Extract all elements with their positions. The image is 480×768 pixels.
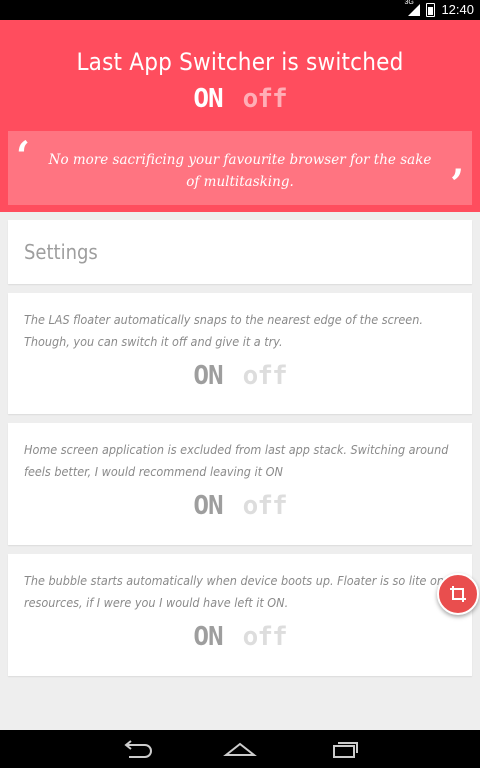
settings-title: Settings <box>24 240 98 264</box>
home-exclude-off-button[interactable]: off <box>243 491 288 521</box>
close-quote-icon: ’ <box>450 161 464 208</box>
page-title: Last App Switcher is switched <box>76 48 404 76</box>
back-button[interactable] <box>118 738 158 760</box>
autostart-on-button[interactable]: ON <box>193 622 223 652</box>
tagline-quote: ‘ No more sacrificing your favourite bro… <box>8 131 472 205</box>
settings-header-card: Settings <box>8 220 472 284</box>
back-icon <box>124 740 152 758</box>
clock: 12:40 <box>441 2 474 17</box>
navigation-bar <box>0 730 480 768</box>
option-description: Home screen application is excluded from… <box>24 442 449 479</box>
option-card-autostart: The bubble starts automatically when dev… <box>8 554 472 676</box>
home-exclude-on-button[interactable]: ON <box>193 491 223 521</box>
recents-button[interactable] <box>323 738 363 760</box>
recents-icon <box>333 742 358 758</box>
status-bar: 3G 12:40 <box>0 0 480 20</box>
master-on-button[interactable]: ON <box>193 84 223 114</box>
snap-off-button[interactable]: off <box>243 361 288 391</box>
snap-edge-switch[interactable]: ON off <box>8 361 472 391</box>
option-description: The LAS floater automatically snaps to t… <box>24 312 423 349</box>
option-description: The bubble starts automatically when dev… <box>24 573 445 610</box>
open-quote-icon: ‘ <box>16 133 30 180</box>
master-switch[interactable]: ON off <box>0 84 480 114</box>
app-switcher-icon <box>450 586 466 602</box>
autostart-off-button[interactable]: off <box>243 622 288 652</box>
floater-bubble[interactable] <box>437 573 479 615</box>
option-card-snap: The LAS floater automatically snaps to t… <box>8 293 472 414</box>
option-card-home-exclude: Home screen application is excluded from… <box>8 423 472 545</box>
home-icon <box>223 742 257 756</box>
tagline-text: No more sacrificing your favourite brows… <box>48 152 432 190</box>
hero-header: Last App Switcher is switched ON off ‘ N… <box>0 20 480 212</box>
home-exclude-switch[interactable]: ON off <box>8 491 472 521</box>
snap-on-button[interactable]: ON <box>193 361 223 391</box>
master-off-button[interactable]: off <box>243 84 288 114</box>
network-type: 3G <box>404 0 414 6</box>
battery-icon <box>426 2 436 17</box>
signal-icon: 3G <box>404 0 421 16</box>
home-button[interactable] <box>220 738 260 760</box>
autostart-switch[interactable]: ON off <box>8 622 472 652</box>
